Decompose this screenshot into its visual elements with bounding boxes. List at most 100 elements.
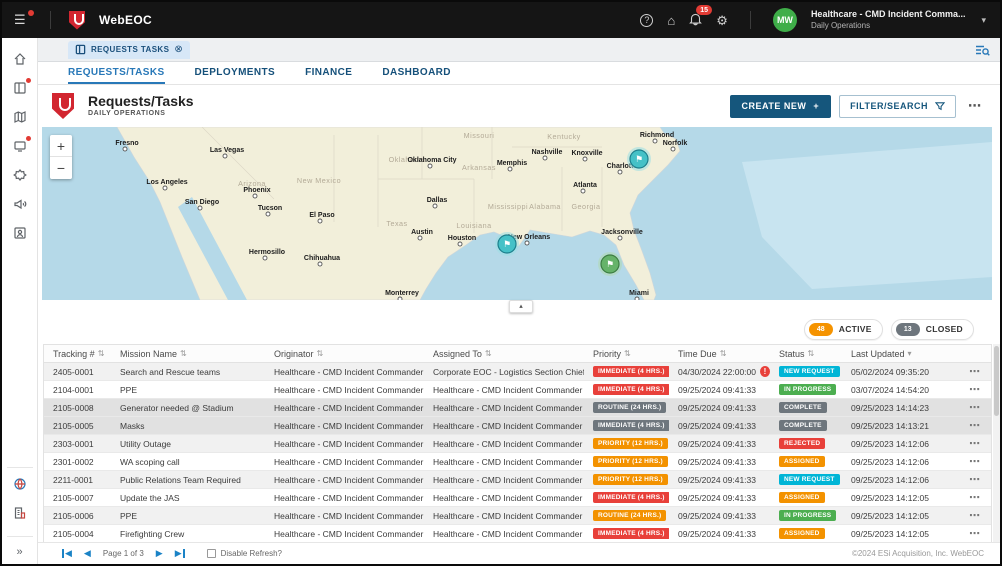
boards-icon[interactable] [9, 77, 31, 99]
status-badge: REJECTED [779, 438, 825, 449]
cell-mission-name: Update the JAS [111, 493, 265, 503]
table-row[interactable]: 2105-0004Firefighting CrewHealthcare - C… [44, 525, 991, 543]
table-row[interactable]: 2211-0001Public Relations Team RequiredH… [44, 471, 991, 489]
globe-icon[interactable] [9, 473, 31, 495]
closed-filter-button[interactable]: 13 CLOSED [891, 319, 974, 340]
board-icon [75, 44, 86, 55]
incident-map-marker[interactable]: ⚑ [495, 232, 519, 256]
messages-icon[interactable] [9, 135, 31, 157]
map-panel[interactable]: MissouriKentuckyOklahomaArkansasNew Mexi… [42, 127, 992, 300]
maps-icon[interactable] [9, 106, 31, 128]
state-label: Alabama [529, 202, 561, 211]
menu-icon[interactable]: ☰ [14, 12, 32, 28]
status-badge: IN PROGRESS [779, 510, 836, 521]
map-collapse-button[interactable]: ▴ [509, 300, 533, 313]
tab-dashboard[interactable]: DASHBOARD [382, 62, 451, 84]
active-filter-button[interactable]: 48 ACTIVE [804, 319, 883, 340]
help-icon[interactable]: ? [640, 14, 653, 27]
tab-deployments[interactable]: DEPLOYMENTS [195, 62, 276, 84]
table-row[interactable]: 2104-0001PPEHealthcare - CMD Incident Co… [44, 381, 991, 399]
incidents-icon[interactable] [9, 164, 31, 186]
column-header-time-due[interactable]: Time Due⇅ [669, 349, 770, 359]
webeoc-logo [69, 11, 85, 30]
row-actions-button[interactable]: ⋯ [939, 383, 991, 396]
closed-filter-label: CLOSED [926, 324, 963, 334]
previous-page-button[interactable]: ◀ [84, 549, 91, 558]
row-actions-button[interactable]: ⋯ [939, 527, 991, 540]
svg-text:Austin: Austin [411, 229, 433, 236]
cell-originator: Healthcare - CMD Incident Commander [265, 385, 424, 395]
cell-assigned-to: Healthcare - CMD Incident Commander [424, 511, 584, 521]
column-header-originator[interactable]: Originator⇅ [265, 349, 424, 359]
column-header-priority[interactable]: Priority⇅ [584, 349, 669, 359]
home-icon[interactable] [9, 48, 31, 70]
board-list-search-icon[interactable] [975, 44, 990, 56]
last-page-button[interactable]: ▶ [175, 549, 185, 558]
contacts-icon[interactable] [9, 222, 31, 244]
open-board-tab[interactable]: REQUESTS TASKS ⊗ [68, 41, 190, 59]
cell-tracking-number: 2104-0001 [44, 385, 111, 395]
chevron-down-icon[interactable]: ▾ [981, 15, 986, 26]
row-actions-button[interactable]: ⋯ [939, 491, 991, 504]
tab-finance[interactable]: FINANCE [305, 62, 352, 84]
avatar[interactable]: MW [773, 8, 797, 32]
user-context[interactable]: Healthcare - CMD Incident Comma... Daily… [811, 9, 966, 30]
status-badge: ASSIGNED [779, 492, 825, 503]
home-icon[interactable]: ⌂ [667, 14, 675, 27]
table-row[interactable]: 2303-0001Utility OutageHealthcare - CMD … [44, 435, 991, 453]
zoom-out-button[interactable]: − [50, 157, 72, 179]
svg-text:Nashville: Nashville [532, 149, 563, 156]
incident-map-marker[interactable]: ⚑ [598, 252, 622, 276]
zoom-in-button[interactable]: + [50, 135, 72, 157]
column-header-tracking-#[interactable]: Tracking #⇅ [44, 349, 111, 359]
column-header-status[interactable]: Status⇅ [770, 349, 842, 359]
column-header-mission-name[interactable]: Mission Name⇅ [111, 349, 265, 359]
disable-refresh-checkbox[interactable] [207, 549, 216, 558]
close-icon[interactable]: ⊗ [174, 45, 182, 55]
notifications-broadcast-icon[interactable] [9, 193, 31, 215]
first-page-button[interactable]: ◀ [62, 549, 72, 558]
gear-icon[interactable]: ⚙ [716, 14, 728, 27]
row-actions-button[interactable]: ⋯ [939, 365, 991, 378]
table-row[interactable]: 2105-0006PPEHealthcare - CMD Incident Co… [44, 507, 991, 525]
state-label: New Mexico [297, 176, 341, 185]
table-row[interactable]: 2405-0001Search and Rescue teamsHealthca… [44, 363, 991, 381]
svg-text:Los Angeles: Los Angeles [146, 179, 187, 186]
disable-refresh-control[interactable]: Disable Refresh? [207, 549, 282, 558]
table-row[interactable]: 2105-0008Generator needed @ StadiumHealt… [44, 399, 991, 417]
create-new-button[interactable]: CREATE NEW+ [730, 95, 832, 118]
cell-tracking-number: 2105-0007 [44, 493, 111, 503]
scrollbar-thumb[interactable] [994, 346, 999, 416]
closed-count-badge: 13 [896, 323, 920, 336]
sort-icon: ⇅ [317, 349, 324, 358]
vertical-scrollbar[interactable]: ▾ [993, 344, 1000, 560]
table-row[interactable]: 2105-0007Update the JAS Healthcare - CMD … [44, 489, 991, 507]
cell-originator: Healthcare - CMD Incident Commander [265, 421, 424, 431]
row-actions-button[interactable]: ⋯ [939, 455, 991, 468]
organization-icon[interactable] [9, 502, 31, 524]
row-actions-button[interactable]: ⋯ [939, 509, 991, 522]
column-header-assigned-to[interactable]: Assigned To⇅ [424, 349, 584, 359]
row-actions-button[interactable]: ⋯ [939, 401, 991, 414]
expand-icon[interactable]: » [16, 546, 22, 558]
cell-last-updated: 09/25/2023 14:12:05 [842, 511, 939, 521]
bell-icon[interactable]: 15 [689, 12, 702, 28]
filter-search-button[interactable]: FILTER/SEARCH [839, 95, 956, 118]
messages-notification-dot [26, 136, 31, 141]
copyright-text: ©2024 ESi Acquisition, Inc. WebEOC [852, 549, 984, 558]
state-label: Texas [386, 219, 407, 228]
table-row[interactable]: 2301-0002WA scoping callHealthcare - CMD… [44, 453, 991, 471]
tab-requests-tasks[interactable]: REQUESTS/TASKS [68, 62, 165, 84]
row-actions-button[interactable]: ⋯ [939, 437, 991, 450]
column-header-last-updated[interactable]: Last Updated▾ [842, 349, 939, 359]
more-options-button[interactable]: ⋯ [964, 98, 986, 114]
row-actions-button[interactable]: ⋯ [939, 419, 991, 432]
next-page-button[interactable]: ▶ [156, 549, 163, 558]
incident-map-marker[interactable]: ⚑ [627, 147, 651, 171]
row-actions-button[interactable]: ⋯ [939, 473, 991, 486]
flag-icon: ⚑ [635, 154, 643, 164]
cell-assigned-to: Healthcare - CMD Incident Commander [424, 493, 584, 503]
cell-originator: Healthcare - CMD Incident Commander [265, 529, 424, 539]
table-row[interactable]: 2105-0005MasksHealthcare - CMD Incident … [44, 417, 991, 435]
cell-assigned-to: Corporate EOC - Logistics Section Chief [424, 367, 584, 377]
